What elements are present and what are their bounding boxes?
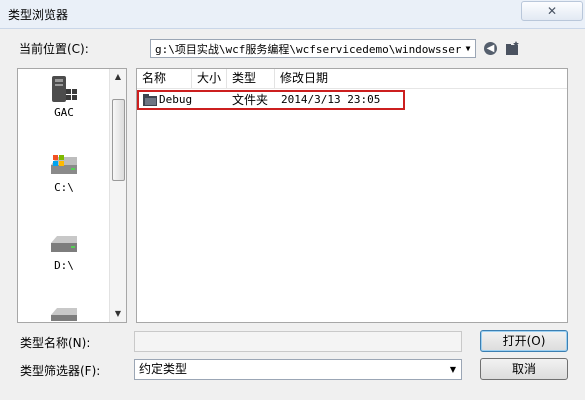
- new-folder-icon[interactable]: [505, 41, 521, 56]
- column-header-modified[interactable]: 修改日期: [275, 69, 395, 88]
- close-icon: ✕: [546, 4, 558, 18]
- folder-icon: [143, 94, 157, 106]
- table-row[interactable]: Debug 文件夹 2014/3/13 23:05: [139, 91, 403, 109]
- type-filter-value: 约定类型: [139, 362, 188, 376]
- column-header-type[interactable]: 类型: [227, 69, 275, 88]
- close-button[interactable]: ✕: [521, 1, 583, 21]
- chevron-down-icon[interactable]: ▼: [461, 40, 475, 57]
- place-drive-c[interactable]: C:\: [18, 153, 110, 194]
- place-label: D:\: [54, 259, 74, 272]
- row-type: 文件夹: [232, 93, 269, 107]
- look-in-combobox[interactable]: g:\项目实战\wcf服务编程\wcfservicedemo\windowsse…: [150, 39, 476, 58]
- back-arrow-icon[interactable]: ◀: [484, 42, 497, 55]
- look-in-label: 当前位置(C):: [19, 42, 89, 56]
- row-modified: 2014/3/13 23:05: [281, 93, 381, 106]
- list-header: 名称 大小 类型 修改日期: [137, 69, 567, 89]
- file-list[interactable]: 名称 大小 类型 修改日期 Debug 文件夹 2014/3/13 23:05: [136, 68, 568, 323]
- type-browser-dialog: 类型浏览器 ✕ 当前位置(C): g:\项目实战\wcf服务编程\wcfserv…: [0, 0, 585, 400]
- title-bar: 类型浏览器 ✕: [0, 0, 585, 29]
- drive-icon: [51, 308, 77, 321]
- type-name-input[interactable]: [134, 331, 462, 352]
- type-filter-label: 类型筛选器(F):: [20, 364, 101, 378]
- places-scrollbar[interactable]: ▲ ▼: [109, 69, 126, 322]
- place-drive[interactable]: [18, 305, 110, 323]
- type-name-label: 类型名称(N):: [20, 336, 91, 350]
- place-label: GAC: [54, 106, 74, 119]
- scroll-thumb[interactable]: [112, 99, 125, 181]
- gac-icon: [52, 76, 77, 102]
- place-label: C:\: [54, 181, 74, 194]
- scroll-up-icon[interactable]: ▲: [110, 69, 126, 85]
- row-name: Debug: [159, 93, 193, 106]
- type-filter-select[interactable]: 约定类型 ▼: [134, 359, 462, 380]
- chevron-down-icon[interactable]: ▼: [445, 360, 461, 379]
- column-header-name[interactable]: 名称: [137, 69, 192, 88]
- scroll-down-icon[interactable]: ▼: [110, 306, 126, 322]
- place-gac[interactable]: GAC: [18, 74, 110, 119]
- place-drive-d[interactable]: D:\: [18, 233, 110, 272]
- cancel-button[interactable]: 取消: [480, 358, 568, 380]
- look-in-path: g:\项目实战\wcf服务编程\wcfservicedemo\windowsse…: [155, 43, 475, 56]
- window-title: 类型浏览器: [8, 8, 69, 22]
- column-header-size[interactable]: 大小: [192, 69, 227, 88]
- open-button[interactable]: 打开(O): [480, 330, 568, 352]
- drive-c-icon: [51, 155, 77, 174]
- places-bar: GAC C:\ D:\ ▲ ▼: [17, 68, 127, 323]
- drive-d-icon: [51, 236, 77, 252]
